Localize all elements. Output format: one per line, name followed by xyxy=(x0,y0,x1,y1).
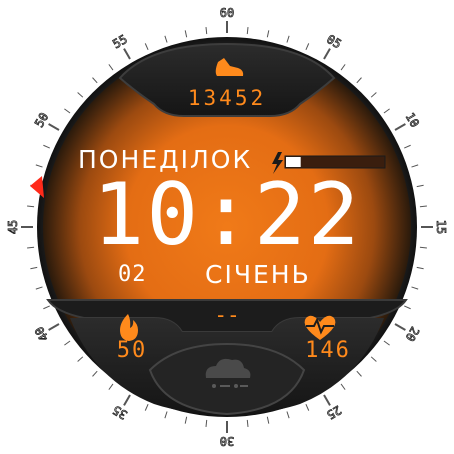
bezel-tick xyxy=(411,164,419,168)
bezel-tick xyxy=(35,164,43,168)
bezel-tick xyxy=(340,383,346,390)
bezel-tick xyxy=(323,394,331,406)
bezel-tick xyxy=(184,30,188,38)
bezel-tick xyxy=(370,92,377,98)
bezel-tick xyxy=(383,340,390,346)
bezel-tick xyxy=(416,266,424,270)
bezel-number: 45 xyxy=(6,220,20,234)
bezel-tick xyxy=(266,416,270,424)
bezel-tick xyxy=(27,246,35,249)
bezel-tick xyxy=(205,419,208,427)
bezel-tick xyxy=(164,35,168,43)
bezel-tick xyxy=(340,64,346,71)
bezel-tick xyxy=(323,48,331,60)
month-name: СІЧЕНЬ xyxy=(205,260,311,289)
bezel-number: 25 xyxy=(324,403,344,422)
bezel-tick xyxy=(419,205,427,208)
bezel-tick xyxy=(246,419,249,427)
bezel-number: 35 xyxy=(110,403,130,422)
bezel-tick xyxy=(92,77,98,84)
heart-rate-value: 146 xyxy=(305,338,351,363)
bezel-number: 55 xyxy=(110,32,130,51)
bezel-tick xyxy=(266,30,270,38)
bezel-tick xyxy=(43,144,50,149)
bezel-tick xyxy=(48,123,60,131)
bezel-tick xyxy=(64,340,71,346)
bezel-tick xyxy=(92,370,98,377)
bezel-tick xyxy=(48,323,60,331)
bezel-number: 20 xyxy=(403,324,422,344)
bezel-tick xyxy=(123,48,131,60)
bezel-tick xyxy=(108,64,114,71)
bezel-tick xyxy=(356,77,362,84)
time-display: 10:22 xyxy=(92,165,362,265)
bezel-tick xyxy=(144,404,149,411)
bezel-number: 15 xyxy=(434,220,448,234)
bezel-tick xyxy=(305,404,310,411)
bezel-number: 10 xyxy=(403,110,422,130)
bezel-number: 50 xyxy=(32,110,51,130)
bezel-tick xyxy=(77,92,84,98)
bezel-tick xyxy=(370,356,377,362)
bezel-tick xyxy=(383,108,390,114)
bezel-number: 05 xyxy=(324,32,344,51)
bezel-tick xyxy=(404,144,411,149)
bezel-tick xyxy=(394,123,406,131)
bezel-tick xyxy=(246,27,249,35)
bezel-number: 60 xyxy=(220,6,234,20)
bezel-tick xyxy=(123,394,131,406)
bezel-tick xyxy=(404,305,411,310)
bezel-tick xyxy=(184,416,188,424)
bezel-tick xyxy=(205,27,208,35)
minute-marker xyxy=(30,176,44,198)
bezel-tick xyxy=(411,286,419,290)
bezel-tick xyxy=(35,286,43,290)
bezel-tick xyxy=(394,323,406,331)
bezel-tick xyxy=(286,411,290,419)
bezel-tick xyxy=(64,108,71,114)
bezel-tick xyxy=(305,43,310,50)
bezel-tick xyxy=(419,246,427,249)
bezel-tick xyxy=(77,356,84,362)
calories-value: 50 xyxy=(116,338,148,363)
steps-value: 13452 xyxy=(187,86,267,110)
bezel-tick xyxy=(144,43,149,50)
bezel-number: 40 xyxy=(32,324,51,344)
bezel-tick xyxy=(416,184,424,188)
bezel-tick xyxy=(43,305,50,310)
bezel-tick xyxy=(27,205,35,208)
bezel-tick xyxy=(164,411,168,419)
bezel-number: 30 xyxy=(220,434,234,448)
day-number: 02 xyxy=(118,262,147,287)
bottom-complication-value: -- xyxy=(214,303,240,327)
bezel-tick xyxy=(356,370,362,377)
bezel-tick xyxy=(108,383,114,390)
bezel-tick xyxy=(286,35,290,43)
bezel-tick xyxy=(30,266,38,270)
